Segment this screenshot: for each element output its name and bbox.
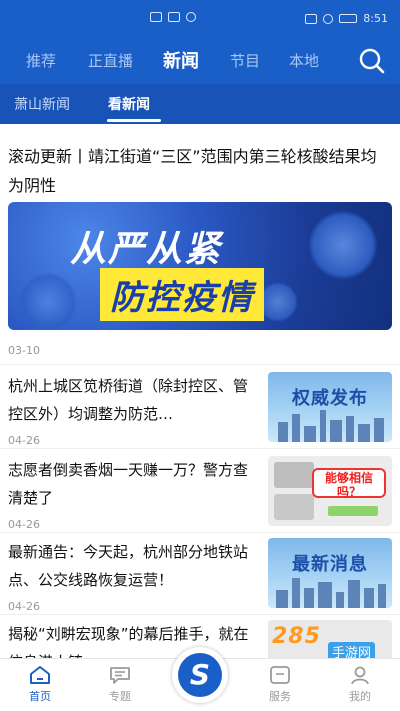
wifi-icon [186,12,196,22]
vibrate-icon [323,13,334,24]
watermark-number: 285 [272,624,321,649]
notification-icon [150,12,162,22]
news-feed[interactable]: 滚动更新丨靖江街道“三区”范围内第三轮核酸结果均为阴性 从严从紧 防控疫情 03… [0,124,400,658]
list-item[interactable]: 最新通告：今天起，杭州部分地铁站点、公交线路恢复运营！ 04-26 最新消息 [0,538,400,622]
news-thumbnail: 权威发布 [268,372,392,442]
divider [0,448,400,449]
headline-banner[interactable]: 从严从紧 防控疫情 [8,202,392,330]
news-date: 04-26 [8,434,40,447]
news-date: 04-26 [8,600,40,613]
battery-icon [339,14,358,23]
nav-home-label: 首页 [29,690,51,703]
home-icon [30,666,50,684]
list-item[interactable]: 杭州上城区笕桥街道（除封控区、管控区外）均调整为防范… 04-26 权威发布 [0,372,400,456]
tab-recommend[interactable]: 推荐 [26,50,56,71]
nav-profile[interactable]: 我的 [330,665,390,704]
app-logo-button[interactable]: S [172,647,228,703]
nav-services[interactable]: 服务 [250,665,310,704]
divider [0,614,400,615]
message-icon [168,12,180,22]
tab-news[interactable]: 新闻 [163,47,199,73]
nav-topics[interactable]: 专题 [90,665,150,704]
status-left-icons [150,12,196,22]
tab-watch-news[interactable]: 看新闻 [108,94,150,114]
sub-nav: 萧山新闻 看新闻 [0,84,400,124]
thumbnail-label: 能够相信吗？ [312,468,386,499]
news-title: 志愿者倒卖香烟一天赚一万？警方查清楚了 [8,461,249,507]
status-time: 8:51 [363,12,388,25]
tab-xiaoshan-news[interactable]: 萧山新闻 [14,94,70,114]
thumbnail-label: 最新消息 [292,554,368,575]
headline-date: 03-10 [8,344,40,357]
news-thumbnail: 能够相信吗？ [268,456,392,526]
profile-icon [351,666,369,685]
banner-text-line2: 防控疫情 [100,268,264,321]
nav-services-label: 服务 [269,690,291,703]
nfc-icon [305,13,318,24]
news-date: 04-26 [8,518,40,531]
watermark: 285 手游网 [272,624,396,661]
app-logo-icon: S [178,653,222,697]
bottom-nav: 首页 专题 S 服务 我的 [0,647,400,711]
news-title: 杭州上城区笕桥街道（除封控区、管控区外）均调整为防范… [8,377,249,423]
top-nav: 推荐 正直播 新闻 节目 本地 [0,38,400,84]
banner-text-line1: 从严从紧 [70,229,223,270]
chat-icon [110,667,130,684]
tab-programs[interactable]: 节目 [230,50,260,71]
nav-topics-label: 专题 [109,690,131,703]
tab-local[interactable]: 本地 [289,50,319,71]
service-icon [270,666,290,684]
nav-profile-label: 我的 [349,690,371,703]
virus-decoration [308,210,378,280]
virus-decoration [18,272,78,330]
news-title: 揭秘“刘畊宏现象”的幕后推手，就在信息港小镇 [8,625,249,658]
status-bar: 8:51 [0,0,400,38]
list-item[interactable]: 志愿者倒卖香烟一天赚一万？警方查清楚了 04-26 能够相信吗？ [0,456,400,540]
status-right-icons: 8:51 [305,12,388,25]
virus-decoration [258,282,298,322]
nav-home[interactable]: 首页 [10,665,70,704]
headline-title[interactable]: 滚动更新丨靖江街道“三区”范围内第三轮核酸结果均为阴性 [8,142,392,200]
divider [0,532,400,533]
active-tab-indicator [107,119,161,122]
news-thumbnail: 最新消息 [268,538,392,608]
news-title: 最新通告：今天起，杭州部分地铁站点、公交线路恢复运营！ [8,543,249,589]
tab-live[interactable]: 正直播 [88,50,133,71]
divider [0,364,400,365]
thumbnail-label: 权威发布 [292,388,368,409]
search-icon[interactable] [358,47,386,75]
